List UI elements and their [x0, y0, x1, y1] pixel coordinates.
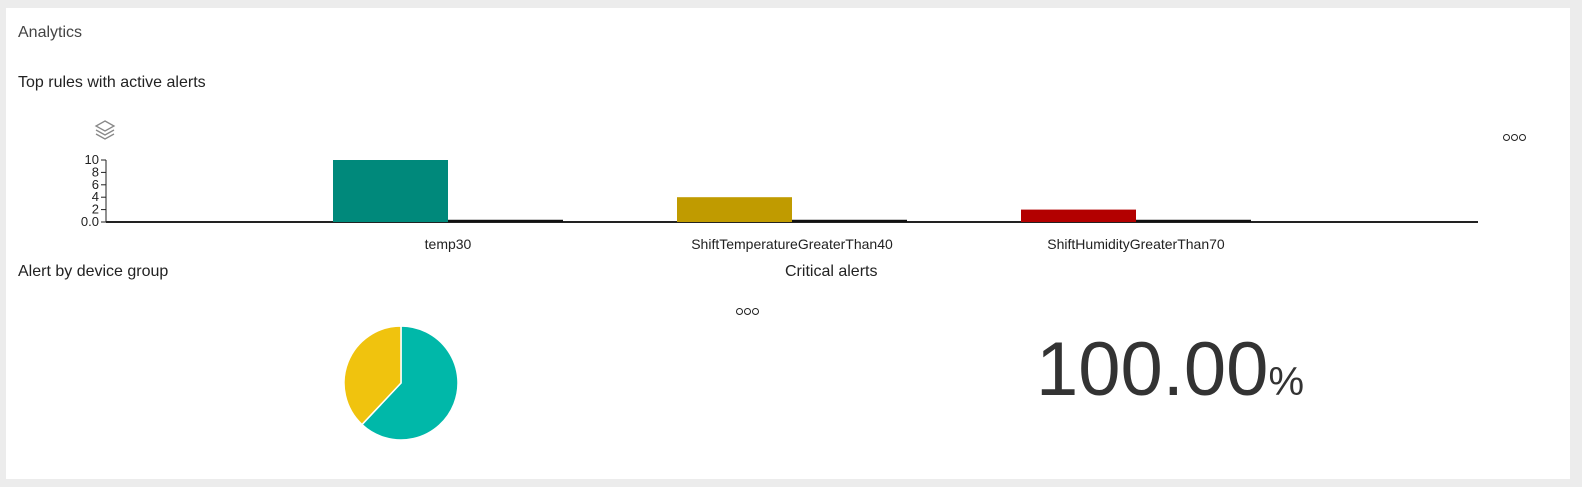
bar: [1136, 219, 1251, 222]
x-tick-label: ShiftTemperatureGreaterThan40: [691, 236, 893, 252]
kpi-value: 100.00: [1036, 327, 1269, 412]
more-options-icon[interactable]: [1503, 131, 1527, 141]
more-options-icon[interactable]: [736, 305, 760, 315]
bar: [448, 219, 563, 222]
x-tick-label: temp30: [425, 236, 472, 252]
device-group-title: Alert by device group: [18, 263, 169, 280]
critical-alerts-title: Critical alerts: [785, 263, 878, 280]
bar: [677, 197, 792, 222]
bar-chart: 0.0246810temp30 ShiftTemperatureGreaterTh…: [81, 152, 1478, 252]
x-tick-label: ShiftHumidityGreaterThan70: [1047, 236, 1225, 252]
pie-chart: [343, 325, 459, 441]
analytics-panel: Analytics Top rules with active alerts 0…: [6, 8, 1570, 479]
y-tick-label: 10: [85, 152, 99, 167]
bar: [1021, 209, 1136, 222]
panel-title: Analytics: [18, 24, 83, 41]
bar: [333, 160, 448, 222]
layers-icon[interactable]: [94, 119, 116, 148]
top-rules-title: Top rules with active alerts: [18, 74, 206, 91]
critical-alerts-kpi: 100.00%: [1036, 326, 1304, 413]
bar: [792, 219, 907, 222]
kpi-unit: %: [1268, 360, 1305, 404]
